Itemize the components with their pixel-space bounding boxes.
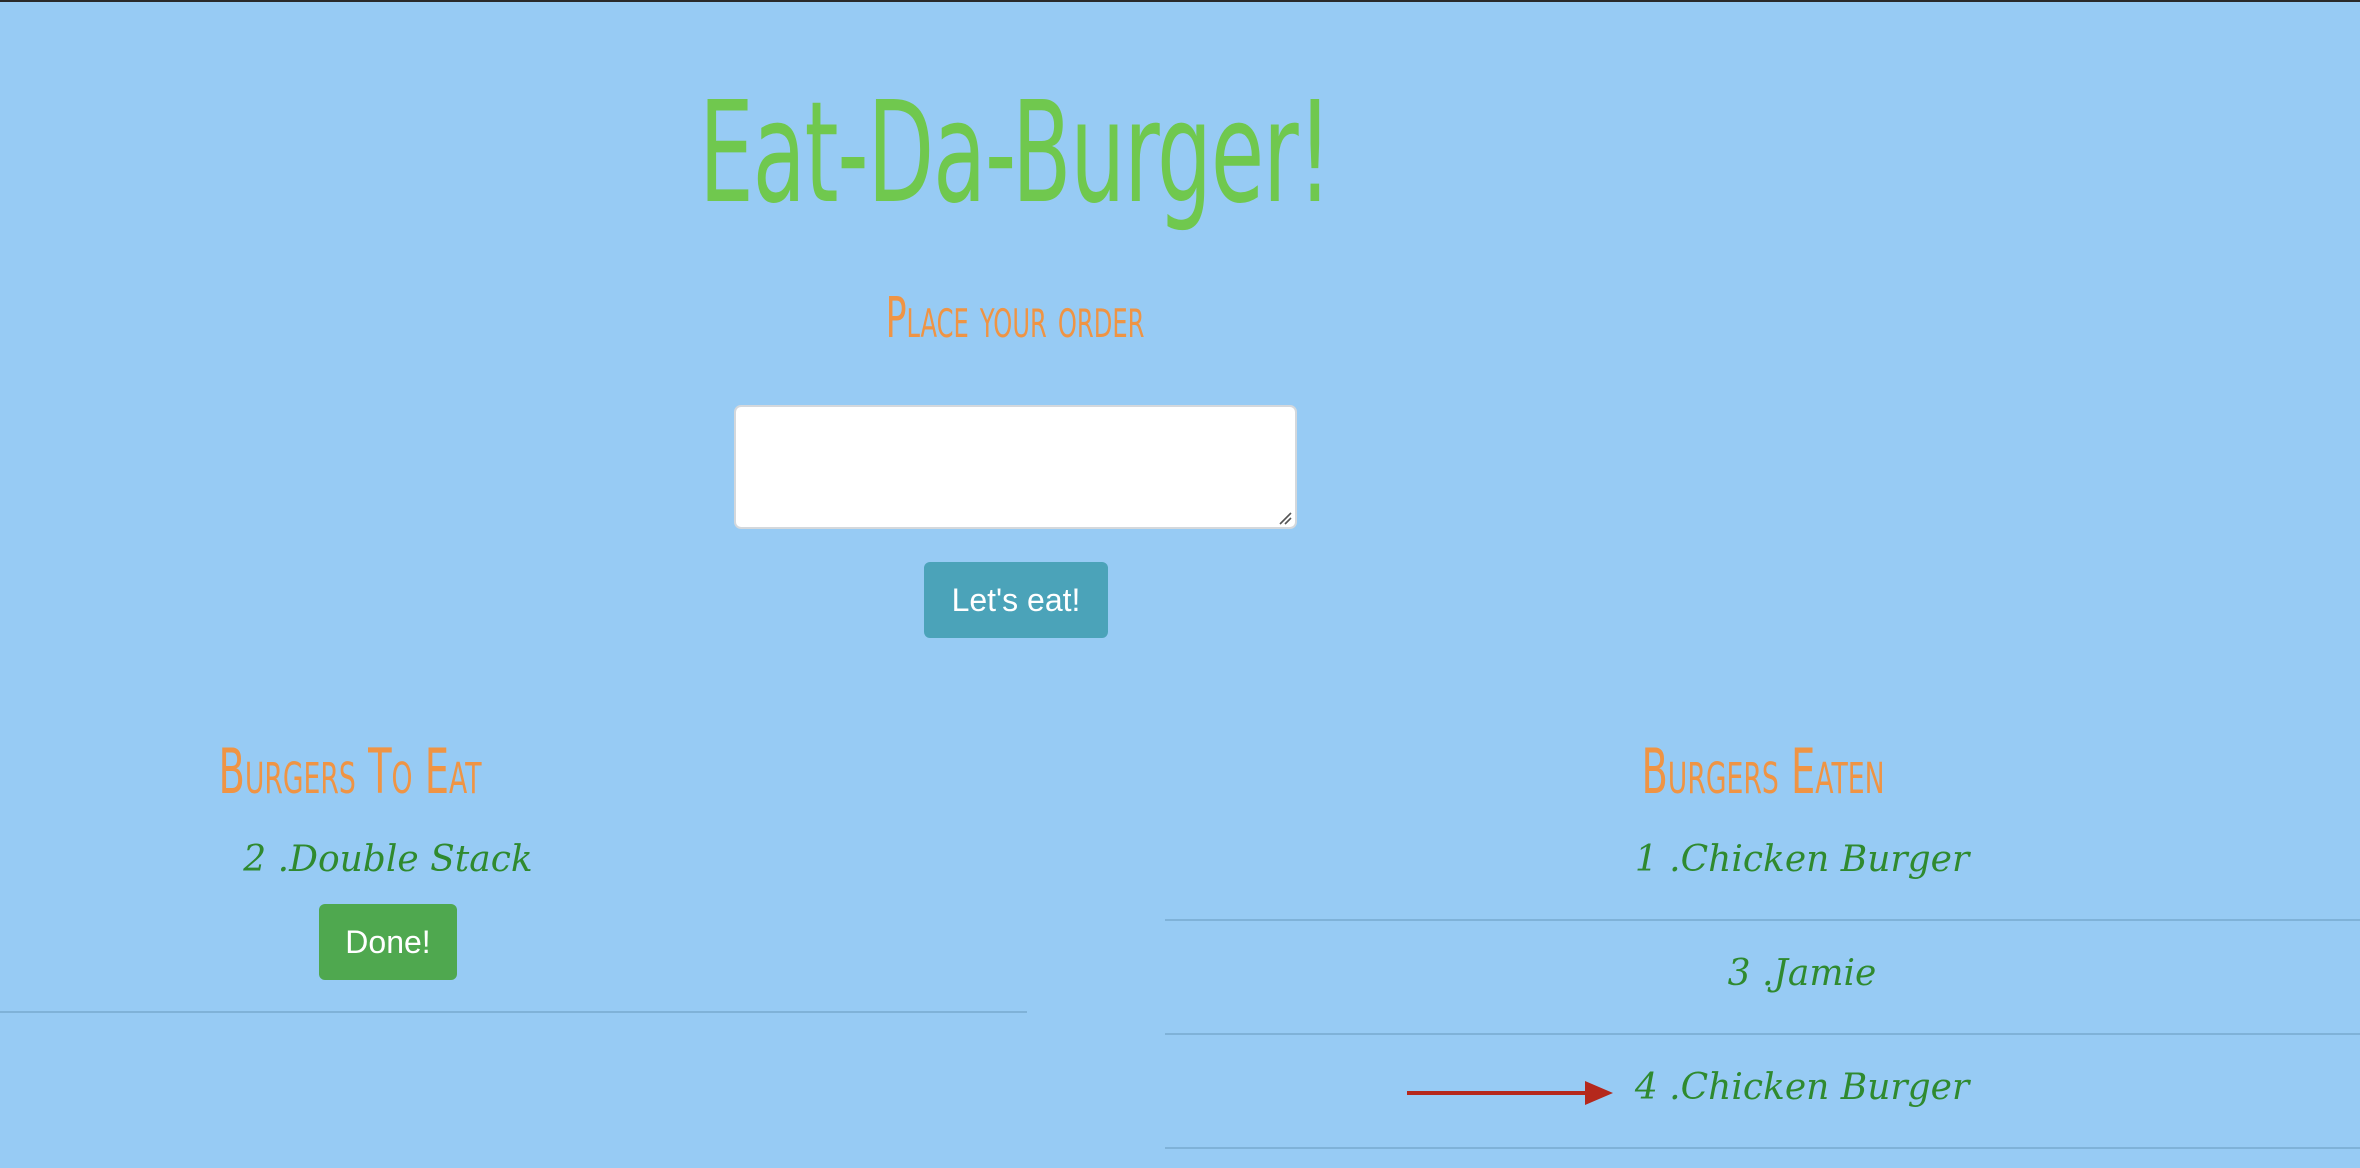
page-title: Eat-Da-Burger! [699,72,1332,235]
list-item: 1 .Chicken Burger [1634,839,1970,880]
lets-eat-button[interactable]: Let's eat! [924,562,1108,638]
list-divider [1165,919,2360,921]
burgers-eaten-heading: Burgers Eaten [1641,735,1885,808]
burgers-to-eat-heading: Burgers To Eat [218,735,482,808]
done-button[interactable]: Done! [319,904,457,980]
burger-name-input[interactable] [734,405,1297,529]
list-divider [1165,1147,2360,1149]
list-divider [0,1011,1027,1013]
list-divider [1165,1033,2360,1035]
list-item: 3 .Jamie [1727,953,1877,994]
arrow-right-icon [1407,1081,1613,1105]
list-item: 2 .Double Stack [243,839,533,880]
order-subtitle: Place your order [885,286,1145,351]
